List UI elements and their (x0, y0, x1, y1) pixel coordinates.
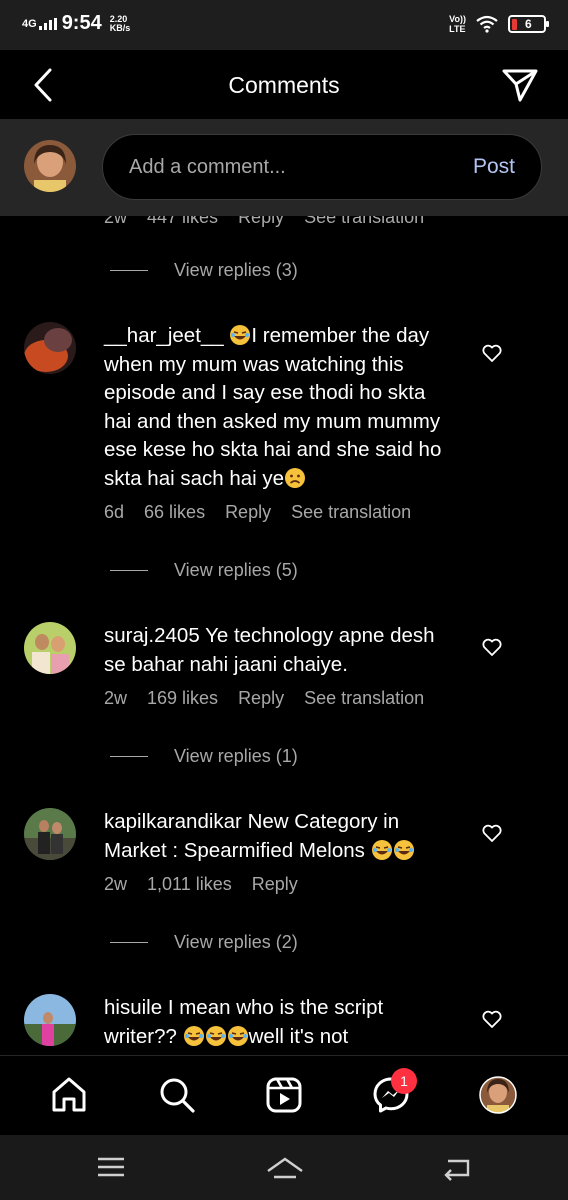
signal-icon (38, 17, 57, 30)
wifi-icon (476, 15, 498, 33)
back-button-icon[interactable] (442, 1153, 472, 1181)
laughing-emoji-icon (227, 1025, 248, 1046)
view-replies-button[interactable]: View replies (3) (110, 260, 298, 281)
comment-body: I remember the day when my mum was watch… (104, 324, 442, 490)
view-replies-label: View replies (2) (174, 932, 298, 952)
laughing-emoji-icon (371, 839, 392, 860)
volte-top: Vo)) (449, 14, 466, 24)
comment-likes[interactable]: 66 likes (144, 502, 205, 523)
reply-button[interactable]: Reply (238, 688, 284, 709)
comment-time: 2w (104, 874, 128, 894)
network-speed: 2.20 KB/s (109, 14, 131, 33)
like-heart-icon[interactable] (482, 1010, 502, 1028)
divider-line (110, 756, 148, 757)
comments-list[interactable]: 2w 447 likes Reply See translation View … (0, 216, 568, 1054)
battery-percent: 6 (525, 17, 532, 31)
laughing-emoji-icon (393, 839, 414, 860)
comment-likes[interactable]: 169 likes (147, 688, 218, 709)
reply-button[interactable]: Reply (252, 874, 298, 895)
comment-meta: 2w 447 likes Reply See translation (104, 216, 424, 228)
comment-text: suraj.2405 Ye technology apne desh se ba… (104, 622, 454, 679)
comment-text: hisuile I mean who is the script writer?… (104, 994, 454, 1051)
page-title: Comments (228, 72, 340, 98)
current-user-avatar (24, 140, 76, 192)
user-avatar[interactable] (24, 322, 76, 374)
volte-bottom: LTE (449, 24, 466, 34)
comment-username[interactable]: __har_jeet__ (104, 324, 224, 347)
comment-time: 2w (104, 688, 128, 708)
bottom-navigation: 1 (0, 1055, 568, 1135)
post-button[interactable]: Post (473, 155, 515, 179)
network-type: 4G (22, 17, 37, 30)
see-translation-link[interactable]: See translation (304, 688, 424, 709)
comment-composer: Post (0, 120, 568, 216)
user-avatar[interactable] (24, 808, 76, 860)
comment-username[interactable]: suraj.2405 (104, 624, 200, 647)
comment-input[interactable] (129, 135, 449, 199)
view-replies-button[interactable]: View replies (2) (110, 932, 298, 953)
view-replies-label: View replies (3) (174, 260, 298, 280)
share-send-icon[interactable] (500, 66, 540, 104)
reply-button[interactable]: Reply (225, 502, 271, 523)
comment-username[interactable]: hisuile (104, 996, 162, 1019)
like-heart-icon[interactable] (482, 824, 502, 842)
view-replies-button[interactable]: View replies (1) (110, 746, 298, 767)
clock: 9:54 (61, 12, 102, 34)
reels-icon[interactable] (265, 1076, 303, 1114)
laughing-emoji-icon (183, 1025, 204, 1046)
profile-avatar[interactable] (479, 1076, 517, 1114)
view-replies-label: View replies (1) (174, 746, 298, 766)
laughing-emoji-icon (230, 325, 251, 345)
user-avatar[interactable] (24, 622, 76, 674)
frowning-emoji-icon (285, 467, 306, 488)
comment-time: 6d (104, 502, 125, 522)
divider-line (110, 570, 148, 571)
comment-likes[interactable]: 1,011 likes (147, 874, 232, 895)
home-button-icon[interactable] (266, 1153, 304, 1181)
battery-level (512, 18, 517, 30)
notification-badge: 1 (391, 1068, 417, 1094)
like-heart-icon[interactable] (482, 344, 502, 362)
home-icon[interactable] (50, 1076, 88, 1114)
system-navigation (0, 1135, 568, 1200)
like-heart-icon[interactable] (482, 638, 502, 656)
reply-button[interactable]: Reply (238, 216, 284, 228)
divider-line (110, 270, 148, 271)
header: Comments (0, 50, 568, 120)
see-translation-link[interactable]: See translation (304, 216, 424, 228)
comment-body-continued: well it's not (248, 1024, 349, 1048)
battery-icon: 6 (508, 15, 549, 33)
speed-unit: KB/s (109, 22, 131, 33)
comment-text: kapilkarandikar New Category in Market :… (104, 808, 454, 865)
divider-line (110, 942, 148, 943)
comment-text: __har_jeet__ I remember the day when my … (104, 322, 454, 493)
recents-menu-icon[interactable] (96, 1153, 126, 1181)
comment-input-container[interactable]: Post (102, 134, 542, 200)
view-replies-label: View replies (5) (174, 560, 298, 580)
volte-indicator: Vo)) LTE (449, 14, 466, 34)
laughing-emoji-icon (205, 1025, 226, 1046)
user-avatar[interactable] (24, 994, 76, 1046)
comment-likes[interactable]: 447 likes (147, 216, 218, 228)
view-replies-button[interactable]: View replies (5) (110, 560, 298, 581)
see-translation-link[interactable]: See translation (291, 502, 411, 523)
comment-meta: 2w 169 likes Reply See translation (104, 688, 424, 709)
status-bar: 4G 9:54 2.20 KB/s Vo)) LTE 6 (0, 0, 568, 50)
comment-meta: 2w 1,011 likes Reply (104, 874, 298, 895)
search-icon[interactable] (158, 1076, 196, 1114)
comment-meta: 6d 66 likes Reply See translation (104, 502, 411, 523)
comment-username[interactable]: kapilkarandikar (104, 810, 242, 833)
comment-time: 2w (104, 216, 128, 227)
